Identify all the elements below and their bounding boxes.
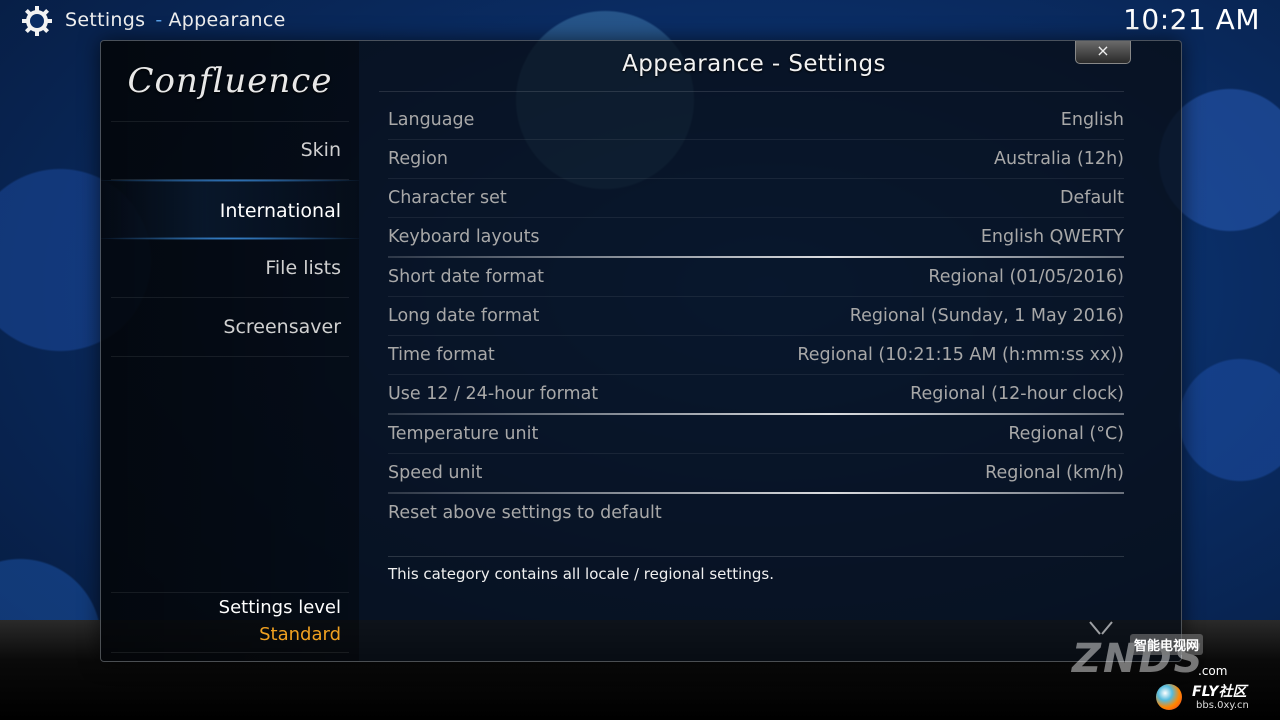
settings-dialog: Confluence Skin International File lists… [100,40,1182,662]
sidebar-divider [111,592,349,593]
setting-label: Use 12 / 24-hour format [388,384,599,404]
settings-level-label[interactable]: Settings level [219,597,341,618]
clock: 10:21 AM [1123,3,1260,36]
sidebar-item-skin[interactable]: Skin [111,121,341,179]
sidebar-item-screensaver[interactable]: Screensaver [111,298,341,356]
breadcrumb-separator: - [155,9,163,31]
setting-label: Speed unit [388,463,483,483]
setting-value: Regional (°C) [1008,424,1124,444]
skin-logo: Confluence [127,61,333,101]
close-button[interactable]: × [1075,41,1131,64]
breadcrumb: Settings - Appearance [65,9,286,31]
setting-row-region[interactable]: Region Australia (12h) [388,140,1124,179]
sidebar-item-file-lists[interactable]: File lists [111,239,341,297]
setting-row-keyboard-layouts[interactable]: Keyboard layouts English QWERTY [388,218,1124,257]
setting-label: Language [388,110,475,130]
setting-row-character-set[interactable]: Character set Default [388,179,1124,218]
sidebar-divider [111,652,349,653]
setting-label: Long date format [388,306,540,326]
setting-row-speed-unit[interactable]: Speed unit Regional (km/h) [388,454,1124,493]
setting-value: English [1060,110,1124,130]
sidebar-item-international[interactable]: International [101,180,359,238]
setting-row-time-format[interactable]: Time format Regional (10:21:15 AM (h:mm:… [388,336,1124,375]
setting-row-language[interactable]: Language English [388,101,1124,140]
watermark-logo: ZNDS 智能电视网 .com FLY社区 bbs.0xy.cn [1068,620,1280,720]
setting-label: Short date format [388,267,544,287]
watermark-com: .com [1198,664,1228,678]
setting-label: Character set [388,188,507,208]
tv-antenna-icon [1089,621,1113,635]
setting-row-short-date-format[interactable]: Short date format Regional (01/05/2016) [388,258,1124,297]
gear-icon [22,6,52,36]
setting-value: Regional (km/h) [985,463,1124,483]
breadcrumb-page: Appearance [168,9,286,31]
setting-row-reset-defaults[interactable]: Reset above settings to default [388,494,1124,533]
settings-level-value[interactable]: Standard [259,624,341,645]
setting-value: Australia (12h) [994,149,1124,169]
setting-label: Temperature unit [388,424,539,444]
setting-label: Reset above settings to default [388,503,662,523]
setting-value: Regional (01/05/2016) [928,267,1124,287]
category-description: This category contains all locale / regi… [388,565,774,583]
category-sidebar: Confluence Skin International File lists… [101,41,359,661]
setting-label: Time format [388,345,495,365]
sidebar-divider [111,356,349,357]
top-bar: Settings - Appearance 10:21 AM [0,0,1280,42]
title-divider [379,91,1124,92]
setting-value: Regional (10:21:15 AM (h:mm:ss xx)) [797,345,1124,365]
setting-row-temperature-unit[interactable]: Temperature unit Regional (°C) [388,415,1124,454]
watermark-fly: FLY社区 [1192,684,1247,700]
description-divider [388,556,1124,557]
settings-pane: Appearance - Settings Language English R… [359,41,1179,661]
setting-value: Regional (Sunday, 1 May 2016) [849,306,1124,326]
setting-label: Region [388,149,448,169]
watermark-url: bbs.0xy.cn [1196,700,1249,711]
breadcrumb-section: Settings [65,9,146,31]
watermark-cn: 智能电视网 [1130,634,1204,655]
fly-ball-icon [1156,684,1182,710]
setting-value: Regional (12-hour clock) [910,384,1124,404]
setting-label: Keyboard layouts [388,227,540,247]
setting-value: Default [1060,188,1124,208]
dialog-title: Appearance - Settings [622,51,886,77]
setting-row-long-date-format[interactable]: Long date format Regional (Sunday, 1 May… [388,297,1124,336]
setting-row-12-24-hour-format[interactable]: Use 12 / 24-hour format Regional (12-hou… [388,375,1124,414]
setting-value: English QWERTY [980,227,1124,247]
